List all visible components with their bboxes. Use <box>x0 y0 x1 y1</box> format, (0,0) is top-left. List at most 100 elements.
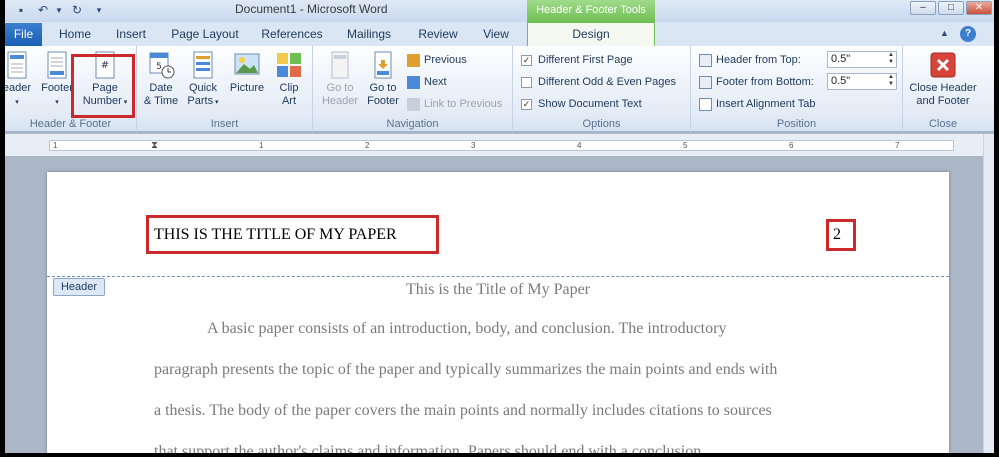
group-label-navigation: Navigation <box>386 118 439 130</box>
group-label-position: Position <box>776 118 817 130</box>
redo-icon[interactable]: ↻ <box>69 3 85 18</box>
checkbox-unchecked-icon <box>521 76 532 88</box>
group-insert: 5 Date & Time Quick Parts ▾ Picture Clip… <box>137 46 313 132</box>
ruler-strip <box>49 140 954 151</box>
svg-text:5: 5 <box>156 62 162 72</box>
highlight-page-number <box>71 54 135 118</box>
title-bar: ▪ ↶ ▼ ↻ ▾ Document1 - Microsoft Word Hea… <box>5 0 994 22</box>
alignment-tab-icon <box>699 97 712 111</box>
footer-from-bottom-spinner[interactable]: 0.5" ▲ ▼ <box>827 73 897 90</box>
next-button[interactable]: Next <box>407 73 447 91</box>
body-line: A basic paper consists of an introductio… <box>207 320 727 337</box>
ruler-number: 2 <box>365 141 370 150</box>
next-icon <box>407 75 420 89</box>
undo-icon[interactable]: ↶ <box>35 3 51 18</box>
group-options: ✓ Different First Page Different Odd & Ev… <box>513 46 691 132</box>
tab-references[interactable]: References <box>259 25 325 46</box>
tab-mailings[interactable]: Mailings <box>341 25 397 46</box>
header-dropdown-icon: ▾ <box>15 99 19 106</box>
ruler-number: 3 <box>471 141 476 150</box>
body-line: paragraph presents the topic of the pape… <box>154 361 778 378</box>
previous-icon <box>407 53 420 67</box>
go-to-footer-button[interactable]: Go to Footer <box>361 50 405 108</box>
different-odd-even-checkbox[interactable]: Different Odd & Even Pages <box>521 73 676 91</box>
spinner-arrows-icon[interactable]: ▲ ▼ <box>888 74 894 88</box>
highlight-page-number-field <box>826 219 856 251</box>
header-position-icon <box>699 53 712 67</box>
clip-art-button[interactable]: Clip Art <box>271 50 307 108</box>
spinner-arrows-icon[interactable]: ▲ ▼ <box>888 52 894 66</box>
minimize-ribbon-icon[interactable]: ▲ <box>940 28 949 38</box>
insert-alignment-tab-button[interactable]: Insert Alignment Tab <box>699 95 815 113</box>
tab-file[interactable]: File <box>5 23 42 46</box>
clip-art-icon <box>277 53 301 77</box>
document-title: Document1 - Microsoft Word <box>235 2 388 16</box>
footer-from-bottom-label: Footer from Bottom: <box>699 73 814 91</box>
tab-insert[interactable]: Insert <box>111 25 151 46</box>
minimize-icon[interactable]: – <box>910 1 936 15</box>
go-to-footer-icon <box>374 51 392 79</box>
footer-dropdown-icon: ▾ <box>55 99 59 106</box>
picture-button[interactable]: Picture <box>225 50 269 95</box>
group-label-header-footer: Header & Footer <box>29 118 112 130</box>
go-to-header-icon <box>331 51 349 79</box>
context-tab-title: Header & Footer Tools <box>527 0 655 22</box>
different-first-page-checkbox[interactable]: ✓ Different First Page <box>521 51 633 69</box>
undo-dropdown-icon[interactable]: ▼ <box>51 3 67 18</box>
ruler-number: 1 <box>53 141 58 150</box>
ruler-number: 1 <box>259 141 264 150</box>
link-icon <box>407 97 420 111</box>
ribbon: eader ▾ Footer ▾ # Page Number ▾ Header … <box>5 46 994 132</box>
checkbox-checked-icon: ✓ <box>521 98 532 110</box>
group-close: Close Header and Footer Close <box>903 46 983 132</box>
ruler-number: 4 <box>577 141 582 150</box>
previous-button[interactable]: Previous <box>407 51 467 69</box>
indent-marker-icon[interactable]: ⧗ <box>151 140 158 151</box>
tab-page-layout[interactable]: Page Layout <box>169 25 241 46</box>
ruler-number: 7 <box>895 141 900 150</box>
footer-icon <box>47 51 67 79</box>
maximize-icon[interactable]: □ <box>938 1 964 15</box>
group-navigation: Go to Header Go to Footer Previous Next … <box>313 46 513 132</box>
quick-parts-icon <box>193 51 213 79</box>
word-window: ▪ ↶ ▼ ↻ ▾ Document1 - Microsoft Word Hea… <box>5 0 994 453</box>
footer-position-icon <box>699 75 712 89</box>
header-button[interactable]: eader ▾ <box>5 50 33 109</box>
document-area: THIS IS THE TITLE OF MY PAPER 2 Header T… <box>5 156 983 453</box>
ruler-number: 5 <box>683 141 688 150</box>
close-icon <box>930 52 956 78</box>
group-label-close: Close <box>928 118 958 130</box>
checkbox-checked-icon: ✓ <box>521 54 532 66</box>
calendar-clock-icon: 5 <box>149 52 175 79</box>
vertical-scrollbar[interactable] <box>983 134 994 453</box>
close-window-icon[interactable]: ✕ <box>966 1 992 15</box>
group-position: Header from Top: 0.5" ▲ ▼ Footer from Bot… <box>691 46 903 132</box>
ruler-number: 6 <box>789 141 794 150</box>
header-from-top-label: Header from Top: <box>699 51 801 69</box>
date-time-button[interactable]: 5 Date & Time <box>141 50 181 108</box>
header-icon <box>7 51 27 79</box>
close-header-footer-button[interactable]: Close Header and Footer <box>905 50 981 108</box>
tab-design[interactable]: Design <box>527 22 655 46</box>
body-line: that support the author's claims and inf… <box>154 443 706 453</box>
picture-icon <box>234 53 260 75</box>
tab-review[interactable]: Review <box>413 25 463 46</box>
body-line: a thesis. The body of the paper covers t… <box>154 402 772 419</box>
show-document-text-checkbox[interactable]: ✓ Show Document Text <box>521 95 642 113</box>
link-to-previous-button[interactable]: Link to Previous <box>407 95 502 113</box>
go-to-header-button[interactable]: Go to Header <box>317 50 363 108</box>
body-title: This is the Title of My Paper <box>405 281 590 298</box>
group-label-options: Options <box>582 118 621 130</box>
highlight-header-title <box>146 215 439 254</box>
save-icon[interactable]: ▪ <box>13 3 29 18</box>
group-label-insert: Insert <box>210 118 239 130</box>
header-from-top-spinner[interactable]: 0.5" ▲ ▼ <box>827 51 897 68</box>
customize-qat-icon[interactable]: ▾ <box>91 3 107 18</box>
quick-parts-button[interactable]: Quick Parts ▾ <box>183 50 223 109</box>
header-boundary-line <box>47 276 949 277</box>
ribbon-tabs: File Home Insert Page Layout References … <box>5 22 994 46</box>
horizontal-ruler[interactable]: 1 ⧗ 1 2 3 4 5 6 7 <box>5 134 994 156</box>
help-icon[interactable]: ? <box>960 26 976 42</box>
tab-view[interactable]: View <box>477 25 515 46</box>
tab-home[interactable]: Home <box>55 25 95 46</box>
